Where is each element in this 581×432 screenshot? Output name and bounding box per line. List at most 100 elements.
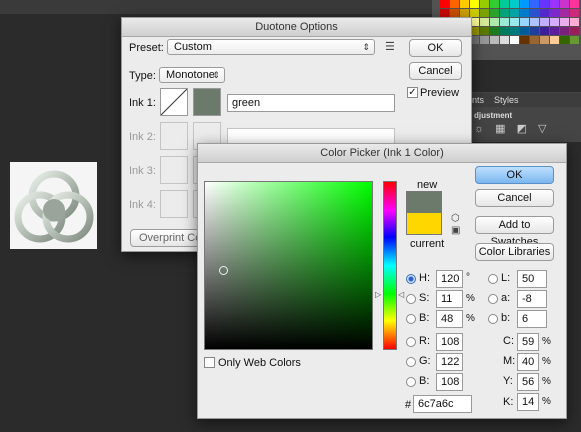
hue-slider-right-arrow[interactable]: ◁	[398, 290, 404, 299]
c-field[interactable]: 59	[517, 333, 539, 351]
web-safe-icon[interactable]: ▣	[451, 225, 460, 236]
swatch[interactable]	[540, 18, 549, 26]
picker-ok-button[interactable]: OK	[475, 166, 554, 184]
swatch[interactable]	[500, 0, 509, 8]
swatch[interactable]	[560, 9, 569, 17]
g-radio[interactable]	[406, 357, 416, 367]
swatch[interactable]	[450, 9, 459, 17]
rgb-b-field[interactable]: 108	[436, 373, 463, 391]
hue-slider[interactable]	[383, 181, 397, 350]
picker-cancel-button[interactable]: Cancel	[475, 189, 554, 207]
tab-adjustments[interactable]: nts	[472, 95, 484, 105]
duotone-cancel-button[interactable]: Cancel	[409, 62, 462, 80]
swatch[interactable]	[530, 0, 539, 8]
swatch[interactable]	[540, 0, 549, 8]
swatch[interactable]	[550, 18, 559, 26]
only-web-colors-checkbox[interactable]	[204, 357, 215, 368]
swatch[interactable]	[480, 27, 489, 35]
b-radio[interactable]	[406, 314, 416, 324]
swatch[interactable]	[540, 9, 549, 17]
swatch[interactable]	[550, 9, 559, 17]
swatch[interactable]	[550, 0, 559, 8]
swatch[interactable]	[530, 36, 539, 44]
ink1-curve-box[interactable]	[160, 88, 188, 116]
swatch[interactable]	[530, 9, 539, 17]
b-field[interactable]: 48	[436, 310, 463, 328]
swatch[interactable]	[510, 9, 519, 17]
a-field[interactable]: -8	[517, 290, 547, 308]
swatch[interactable]	[490, 9, 499, 17]
color-sample-marker[interactable]	[219, 266, 228, 275]
a-radio[interactable]	[488, 294, 498, 304]
saturation-brightness-field[interactable]	[204, 181, 373, 350]
swatch[interactable]	[540, 36, 549, 44]
ink1-color-swatch[interactable]	[193, 88, 221, 116]
ink1-name-field[interactable]: green	[227, 94, 395, 112]
hue-slider-left-arrow[interactable]: ▷	[375, 290, 381, 299]
swatch[interactable]	[470, 0, 479, 8]
rgb-b-radio[interactable]	[406, 377, 416, 387]
s-radio[interactable]	[406, 294, 416, 304]
swatch[interactable]	[570, 0, 579, 8]
swatch[interactable]	[570, 36, 579, 44]
r-field[interactable]: 108	[436, 333, 463, 351]
swatch[interactable]	[480, 0, 489, 8]
color-libraries-button[interactable]: Color Libraries	[475, 243, 554, 261]
swatch[interactable]	[480, 18, 489, 26]
m-field[interactable]: 40	[517, 353, 539, 371]
y-field[interactable]: 56	[517, 373, 539, 391]
type-select[interactable]: Monotone ⇕	[159, 67, 225, 83]
current-color-swatch[interactable]	[406, 213, 442, 235]
h-radio[interactable]	[406, 274, 416, 284]
swatch[interactable]	[510, 0, 519, 8]
swatch[interactable]	[440, 0, 449, 8]
swatch[interactable]	[480, 36, 489, 44]
preset-select[interactable]: Custom ⇕	[167, 39, 375, 55]
cube-icon[interactable]: ⬡	[451, 213, 460, 224]
swatch[interactable]	[490, 27, 499, 35]
swatch[interactable]	[560, 27, 569, 35]
adjustment-icons[interactable]: ☼ ▦ ◩ ▽	[474, 122, 551, 135]
swatch[interactable]	[490, 18, 499, 26]
swatch[interactable]	[540, 27, 549, 35]
swatch[interactable]	[450, 0, 459, 8]
hex-field[interactable]: 6c7a6c	[413, 395, 472, 413]
swatch[interactable]	[460, 0, 469, 8]
tab-styles[interactable]: Styles	[494, 95, 519, 105]
swatch[interactable]	[520, 9, 529, 17]
k-field[interactable]: 14	[517, 393, 539, 411]
h-field[interactable]: 120	[436, 270, 463, 288]
swatch[interactable]	[460, 9, 469, 17]
swatch[interactable]	[530, 27, 539, 35]
swatch[interactable]	[520, 18, 529, 26]
swatch[interactable]	[560, 0, 569, 8]
swatch[interactable]	[490, 0, 499, 8]
add-to-swatches-button[interactable]: Add to Swatches	[475, 216, 554, 248]
swatch[interactable]	[500, 36, 509, 44]
swatch[interactable]	[510, 36, 519, 44]
swatch[interactable]	[570, 9, 579, 17]
ink2-curve-box[interactable]	[160, 122, 188, 150]
swatch[interactable]	[520, 36, 529, 44]
duotone-ok-button[interactable]: OK	[409, 39, 462, 57]
swatch[interactable]	[520, 0, 529, 8]
swatch[interactable]	[500, 9, 509, 17]
s-field[interactable]: 11	[436, 290, 463, 308]
l-field[interactable]: 50	[517, 270, 547, 288]
swatch[interactable]	[530, 18, 539, 26]
preview-checkbox[interactable]: ✓	[407, 87, 418, 98]
swatch[interactable]	[560, 36, 569, 44]
l-radio[interactable]	[488, 274, 498, 284]
ink3-curve-box[interactable]	[160, 156, 188, 184]
swatch[interactable]	[500, 27, 509, 35]
swatch[interactable]	[570, 27, 579, 35]
ink4-curve-box[interactable]	[160, 190, 188, 218]
swatch[interactable]	[480, 9, 489, 17]
lab-b-radio[interactable]	[488, 314, 498, 324]
swatch[interactable]	[440, 9, 449, 17]
swatch[interactable]	[490, 36, 499, 44]
swatch[interactable]	[560, 18, 569, 26]
lab-b-field[interactable]: 6	[517, 310, 547, 328]
preset-options-icon[interactable]: ☰	[385, 40, 395, 53]
swatch[interactable]	[510, 27, 519, 35]
